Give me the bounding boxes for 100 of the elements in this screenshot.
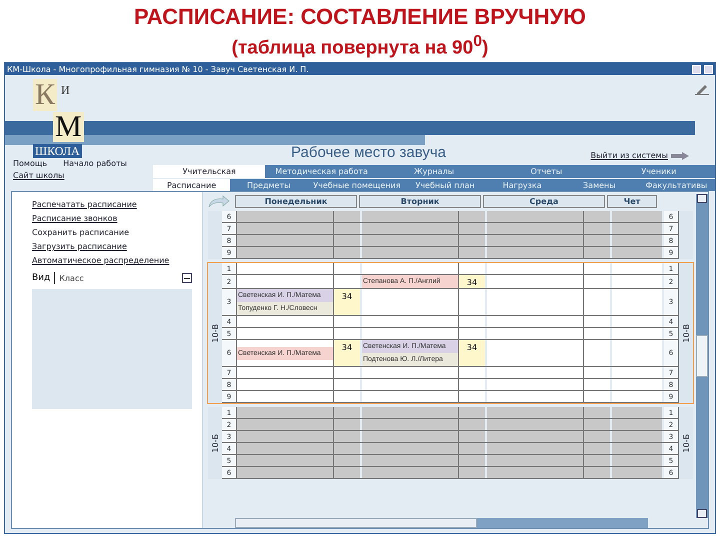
lesson-cell[interactable] [612,328,662,339]
lesson-cell[interactable] [237,467,334,478]
lesson-cell[interactable] [487,367,584,378]
lesson-cell[interactable] [362,328,459,339]
lesson-cell[interactable] [612,391,662,402]
lesson-cell[interactable] [487,391,584,402]
exit-link[interactable]: Выйти из системы [590,151,668,160]
lesson-cell[interactable] [362,235,459,246]
lesson-cell[interactable] [237,235,334,246]
lesson-cell[interactable] [487,328,584,339]
lesson-cell[interactable] [362,263,459,274]
lesson-cell[interactable] [487,379,584,390]
lesson-cell[interactable] [237,316,334,327]
lesson-cell[interactable] [487,275,584,288]
site-link[interactable]: Сайт школы [13,171,153,180]
lesson-cell[interactable] [362,391,459,402]
lesson-cell[interactable] [237,211,334,222]
lesson-cell[interactable] [362,407,459,418]
scroll-thumb[interactable] [235,518,477,528]
action-link[interactable]: Расписание звонков [32,214,202,223]
subtab[interactable]: Предметы [230,179,308,191]
action-link[interactable]: Распечатать расписание [32,200,202,209]
scroll-thumb[interactable] [696,335,708,377]
subtab[interactable]: Замены [560,179,638,191]
lesson-cell[interactable] [487,419,584,430]
collapse-button[interactable] [182,273,192,283]
tab[interactable]: Методическая работа [265,165,378,178]
lesson-cell[interactable] [612,235,662,246]
lesson-cell[interactable] [237,443,334,454]
lesson-cell[interactable] [487,340,584,366]
close-button[interactable] [704,64,713,74]
curved-arrow-icon[interactable] [207,195,231,207]
nav-link[interactable]: Начало работы [63,159,127,168]
lesson-cell[interactable] [487,211,584,222]
action-link[interactable]: Автоматическое распределение [32,256,202,265]
lesson-cell[interactable] [487,316,584,327]
tab[interactable]: Учительская [153,165,266,178]
tab[interactable]: Журналы [378,165,490,178]
lesson-cell[interactable] [237,431,334,442]
lesson-cell[interactable] [237,455,334,466]
subtab[interactable]: Факультативы [638,179,715,191]
lesson-cell[interactable] [237,367,334,378]
lesson-cell[interactable] [612,367,662,378]
lesson-cell[interactable] [362,455,459,466]
minimize-button[interactable] [692,64,701,74]
lesson-cell[interactable] [487,247,584,258]
lesson-cell[interactable] [237,223,334,234]
lesson-cell[interactable] [487,407,584,418]
lesson-cell[interactable] [237,419,334,430]
lesson-cell[interactable] [362,223,459,234]
lesson-cell[interactable] [362,367,459,378]
arrow-icon[interactable] [671,152,689,160]
scroll-down-button[interactable] [697,509,707,518]
lesson-cell[interactable] [612,431,662,442]
lesson-cell[interactable] [487,455,584,466]
lesson-cell[interactable] [487,467,584,478]
lesson-cell[interactable] [237,391,334,402]
lesson-cell[interactable] [487,223,584,234]
tab[interactable]: Отчеты [490,165,603,178]
lesson-cell[interactable] [612,275,662,288]
view-value[interactable]: Класс [59,274,178,282]
lesson-cell[interactable] [362,379,459,390]
lesson-cell[interactable] [612,443,662,454]
lesson-cell[interactable] [362,247,459,258]
subtab[interactable]: Расписание [153,179,230,191]
lesson-cell[interactable] [612,379,662,390]
lesson-cell[interactable] [237,275,334,288]
subtab[interactable]: Нагрузка [484,179,561,191]
lesson-cell[interactable] [237,263,334,274]
lesson-cell[interactable] [612,247,662,258]
lesson-cell[interactable] [612,263,662,274]
action-item[interactable]: Сохранить расписание [32,228,202,237]
lesson-cell[interactable] [487,263,584,274]
tab[interactable]: Ученики [602,165,716,178]
lesson-cell[interactable] [612,467,662,478]
lesson-cell[interactable] [612,211,662,222]
scroll-up-button[interactable] [697,194,707,203]
lesson-cell[interactable] [612,419,662,430]
lesson-cell[interactable] [237,407,334,418]
lesson-cell[interactable] [237,247,334,258]
horizontal-scrollbar[interactable] [235,518,648,528]
action-link[interactable]: Загрузить расписание [32,242,202,251]
lesson-cell[interactable] [362,431,459,442]
lesson-cell[interactable] [237,328,334,339]
lesson-cell[interactable] [362,419,459,430]
lesson-cell[interactable] [612,407,662,418]
lesson-cell[interactable] [612,316,662,327]
lesson-cell[interactable] [612,223,662,234]
subtab[interactable]: Учебные помещения [307,179,406,191]
lesson-cell[interactable] [487,431,584,442]
lesson-cell[interactable] [487,235,584,246]
lesson-cell[interactable] [487,443,584,454]
lesson-cell[interactable] [487,289,584,315]
lesson-cell[interactable] [612,455,662,466]
lesson-cell[interactable] [612,289,662,315]
lesson-cell[interactable] [362,316,459,327]
subtab[interactable]: Учебный план [406,179,484,191]
lesson-cell[interactable] [362,443,459,454]
lesson-cell[interactable] [612,340,662,366]
lesson-cell[interactable] [362,211,459,222]
